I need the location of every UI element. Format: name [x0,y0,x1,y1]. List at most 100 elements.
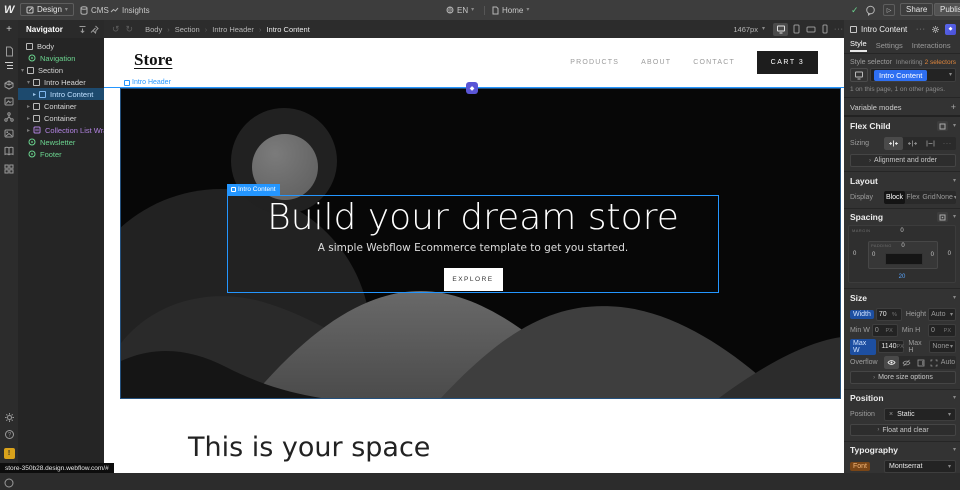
next-section-title[interactable]: This is your space [188,432,430,463]
font-label[interactable]: Font [850,462,870,471]
flex-child-section-header[interactable]: Flex Child ▾ [850,120,956,132]
overflow-visible-eye-icon[interactable] [884,356,899,369]
overflow-hidden-eye-slash-icon[interactable] [899,356,914,369]
element-drag-handle[interactable]: ◆ [466,82,478,94]
tab-interactions[interactable]: Interactions [912,41,951,50]
min-h-field[interactable]: 0PX [928,324,956,337]
padding-control[interactable]: PADDING 0 0 0 0 [868,241,938,269]
more-size-options-button[interactable]: › More size options [850,371,956,384]
tree-item-container[interactable]: ▸ Container [18,112,104,124]
explore-button[interactable]: EXPLORE [444,268,503,291]
nav-link[interactable]: CONTACT [693,59,735,66]
insights-button[interactable]: Insights [110,0,150,20]
min-w-field[interactable]: 0PX [872,324,898,337]
canvas-width-value[interactable]: 1467px [733,25,758,34]
site-logo[interactable]: Store [134,50,172,70]
hero-title[interactable]: Build your dream store [267,198,679,238]
settings-gear-icon[interactable] [0,410,18,424]
display-block-button[interactable]: Block [884,191,905,204]
element-options-icon[interactable]: ··· [916,26,926,33]
height-field[interactable]: Auto▾ [928,308,956,321]
tree-item-intro-content-selected[interactable]: ▸ Intro Content [18,88,104,100]
tree-item-collection-list[interactable]: ▸ Collection List Wra... [18,124,104,136]
margin-top-value[interactable]: 0 [900,228,903,234]
font-select[interactable]: Montserrat ▾ [884,460,956,473]
variables-icon[interactable] [0,110,18,124]
spacing-control[interactable]: MARGIN 0 0 0 20 PADDING 0 0 0 0 [848,225,956,283]
position-select[interactable]: × Static ▾ [884,408,956,421]
display-grid-button[interactable]: Grid [921,191,937,204]
components-icon[interactable] [0,78,18,92]
position-section-header[interactable]: Position ▾ [850,392,956,404]
size-section-header[interactable]: Size ▾ [850,292,956,304]
help-icon[interactable]: ? [0,427,18,441]
design-mode-button[interactable]: Design ▾ [20,3,74,16]
selector-pill[interactable]: Intro Content [874,70,927,81]
breadcrumb-item[interactable]: Section [175,25,200,34]
spacing-mode-icon[interactable] [937,212,948,222]
tree-item-container[interactable]: ▸ Container [18,100,104,112]
page-switcher[interactable]: Home ▾ [492,0,529,20]
hero-section[interactable]: Intro Content Build your dream store A s… [120,88,841,399]
max-h-field[interactable]: None▾ [929,340,956,353]
width-label[interactable]: Width [850,310,874,319]
add-variable-mode-icon[interactable]: + [951,102,956,112]
breakpoint-phone-landscape-button[interactable] [806,26,816,33]
selector-field[interactable]: Intro Content ▾ [870,68,956,82]
layout-section-header[interactable]: Layout ▾ [850,175,956,187]
flex-child-reset-icon[interactable] [937,121,948,131]
sizing-grow-button[interactable] [903,137,922,150]
component-gear-icon[interactable] [931,25,940,34]
padding-right-value[interactable]: 0 [931,252,934,258]
breadcrumb-item[interactable]: Body [145,25,162,34]
overflow-scroll-icon[interactable] [914,356,928,369]
nav-link[interactable]: PRODUCTS [570,59,619,66]
padding-top-value[interactable]: 0 [901,243,904,249]
overflow-auto-button[interactable]: Auto [940,356,956,369]
publish-button[interactable]: Publish ▾ [934,3,960,16]
preview-button[interactable]: ▷ [883,4,895,16]
assets-icon[interactable] [0,94,18,108]
pages-icon[interactable] [0,44,18,58]
comments-button[interactable] [865,5,876,16]
hero-subtitle[interactable]: A simple Webflow Ecommerce template to g… [318,242,629,254]
nav-link[interactable]: ABOUT [641,59,671,66]
breakpoint-phone-button[interactable] [822,24,828,34]
breakpoint-tablet-button[interactable] [793,24,800,34]
intro-content-selection[interactable]: Intro Content Build your dream store A s… [227,195,719,293]
cms-button[interactable]: CMS [80,0,109,20]
cart-button[interactable]: CART 3 [757,51,818,74]
tab-style[interactable]: Style [850,39,867,52]
webflow-logo[interactable]: W [4,0,14,20]
redo-icon[interactable]: ↻ [126,24,134,35]
tree-item-newsletter[interactable]: Newsletter [18,136,104,148]
media-icon[interactable] [0,126,18,140]
inheriting-count[interactable]: 2 selectors [925,59,956,66]
padding-left-value[interactable]: 0 [872,252,875,258]
breakpoint-indicator-icon[interactable] [850,68,868,82]
share-button[interactable]: Share [900,3,933,16]
variable-modes-row[interactable]: Variable modes + [850,101,956,113]
tab-settings[interactable]: Settings [876,41,903,50]
breakpoint-desktop-button[interactable] [773,23,788,36]
max-w-label[interactable]: Max W [850,339,876,355]
display-none-button[interactable]: None▾ [937,191,956,204]
collapse-all-icon[interactable] [78,25,87,34]
notifications-badge-icon[interactable]: ! [0,446,18,460]
sizing-fixed-button[interactable] [922,137,939,150]
intro-header-tag[interactable]: Intro Header [124,79,171,86]
more-breakpoints-icon[interactable]: ··· [834,26,844,33]
breadcrumb-item-current[interactable]: Intro Content [266,25,309,34]
width-field[interactable]: 70% [876,308,902,321]
tree-item-footer[interactable]: Footer [18,148,104,160]
libraries-icon[interactable] [0,144,18,158]
float-clear-button[interactable]: › Float and clear [850,424,956,436]
intro-content-tag[interactable]: Intro Content [227,184,280,195]
margin-bottom-value[interactable]: 20 [899,274,906,280]
overflow-clip-icon[interactable] [928,356,940,369]
sizing-shrink-button[interactable] [884,137,903,150]
apps-icon[interactable] [0,162,18,176]
max-w-field[interactable]: 1140PX [878,340,904,353]
margin-right-value[interactable]: 0 [948,251,951,257]
sizing-custom-button[interactable]: ··· [939,137,956,150]
